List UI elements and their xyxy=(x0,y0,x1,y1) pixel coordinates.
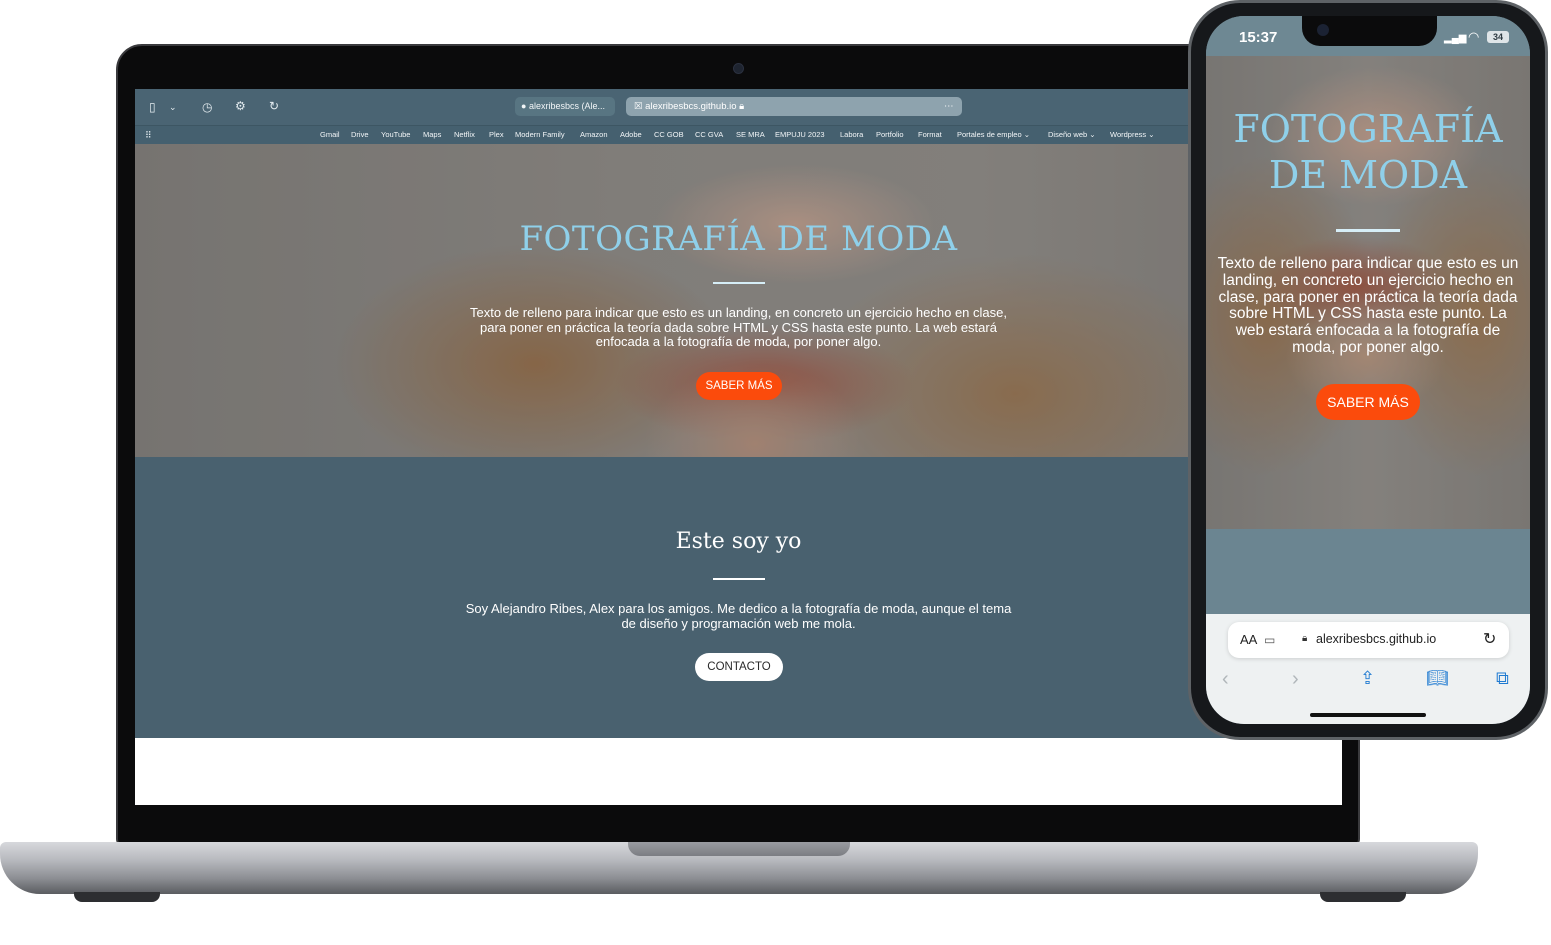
tab-github[interactable]: ● alexribesbcs (Ale... xyxy=(515,97,615,116)
hero-divider xyxy=(713,282,765,284)
tabs-icon[interactable]: ⧉ xyxy=(1496,668,1509,689)
bookmark-folder[interactable]: Portales de empleo ⌄ xyxy=(957,128,1030,142)
address-text: alexribesbcs.github.io xyxy=(645,101,737,112)
phone-saber-mas-button[interactable]: SABER MÁS xyxy=(1316,384,1420,420)
bookmark-item[interactable]: EMPUJU 2023 xyxy=(775,128,825,142)
wifi-icon: ◠ xyxy=(1468,29,1480,44)
extension-icon[interactable]: ▭ xyxy=(1264,633,1275,647)
bookmark-item[interactable]: YouTube xyxy=(381,128,410,142)
bookmark-folder[interactable]: Diseño web ⌄ xyxy=(1048,128,1096,142)
chevron-down-icon[interactable]: ⌄ xyxy=(169,100,177,114)
bookmark-item[interactable]: CC GOB xyxy=(654,128,684,142)
history-icon[interactable]: ◷ xyxy=(202,100,212,114)
more-icon[interactable]: ⋯ xyxy=(944,97,954,116)
bookmark-item[interactable]: SE MRA xyxy=(736,128,765,142)
bookmarks-icon[interactable]: 📖︎ xyxy=(1426,668,1449,689)
signal-icon: ▂▄▆ xyxy=(1444,33,1467,44)
tab-label: alexribesbcs (Ale... xyxy=(528,101,605,111)
hero-title: FOTOGRAFÍA DE MODA xyxy=(519,219,958,259)
text-size-button[interactable]: AA xyxy=(1240,632,1257,647)
share-icon[interactable]: ⇪ xyxy=(1360,668,1375,689)
laptop-foot-left xyxy=(74,892,160,902)
bookmark-item[interactable]: Portfolio xyxy=(876,128,904,142)
about-divider xyxy=(713,578,765,580)
tab-active-address[interactable]: ☒ alexribesbcs.github.io 🔒︎ ⋯ xyxy=(626,97,962,116)
bookmark-item[interactable]: Amazon xyxy=(580,128,608,142)
github-icon: ● xyxy=(521,101,527,111)
bookmark-item[interactable]: Modern Family xyxy=(515,128,565,142)
lock-icon: 🔒︎ xyxy=(739,101,745,112)
bookmark-item[interactable]: Drive xyxy=(351,128,369,142)
contacto-button[interactable]: CONTACTO xyxy=(695,653,783,681)
grid-icon[interactable]: ⠿ xyxy=(145,128,152,142)
bookmark-item[interactable]: Labora xyxy=(840,128,863,142)
lock-icon: 🔒︎ xyxy=(1302,633,1308,644)
about-section: Este soy yo Soy Alejandro Ribes, Alex pa… xyxy=(135,457,1342,738)
laptop-foot-right xyxy=(1320,892,1406,902)
phone-screen: 15:37 ▂▄▆ ◠ 34 FOTOGRAFÍA DE MODA Texto … xyxy=(1206,16,1530,724)
battery-level: 34 xyxy=(1487,31,1509,43)
forward-icon[interactable]: › xyxy=(1292,668,1299,691)
bookmark-item[interactable]: Format xyxy=(918,128,942,142)
bookmark-item[interactable]: Maps xyxy=(423,128,441,142)
browser-toolbar: ▯ ⌄ ◷ ⚙ ↻ ● alexribesbcs (Ale... ☒ alexr… xyxy=(135,89,1342,125)
bookmark-item[interactable]: Gmail xyxy=(320,128,340,142)
bookmark-item[interactable]: CC GVA xyxy=(695,128,723,142)
bookmark-item[interactable]: Adobe xyxy=(620,128,642,142)
hero-image-overlay xyxy=(135,144,1342,457)
safari-url: alexribesbcs.github.io xyxy=(1316,632,1437,646)
hero-section: FOTOGRAFÍA DE MODA Texto de relleno para… xyxy=(135,144,1342,457)
bookmark-folder[interactable]: Wordpress ⌄ xyxy=(1110,128,1155,142)
laptop-camera xyxy=(733,63,744,74)
status-time: 15:37 xyxy=(1239,29,1278,46)
reload-icon[interactable]: ↻ xyxy=(1483,629,1496,649)
hero-text: Texto de relleno para indicar que esto e… xyxy=(470,305,1007,349)
about-title: Este soy yo xyxy=(675,529,802,554)
laptop-base-notch xyxy=(628,842,850,856)
phone-camera xyxy=(1317,24,1329,36)
phone-about-section xyxy=(1206,529,1530,614)
reload-icon[interactable]: ↻ xyxy=(269,99,279,113)
back-icon[interactable]: ‹ xyxy=(1222,668,1229,691)
about-text: Soy Alejandro Ribes, Alex para los amigo… xyxy=(465,601,1012,631)
close-icon[interactable]: ☒ xyxy=(634,101,643,112)
phone-hero-divider xyxy=(1336,229,1400,232)
bookmark-item[interactable]: Netflix xyxy=(454,128,475,142)
laptop-screen: ▯ ⌄ ◷ ⚙ ↻ ● alexribesbcs (Ale... ☒ alexr… xyxy=(135,89,1342,805)
saber-mas-button[interactable]: SABER MÁS xyxy=(696,372,782,400)
gear-icon[interactable]: ⚙ xyxy=(235,99,246,113)
sidebar-icon[interactable]: ▯ xyxy=(149,100,156,114)
bookmarks-bar: ⠿ Gmail Drive YouTube Maps Netflix Plex … xyxy=(135,125,1342,145)
bookmark-item[interactable]: Plex xyxy=(489,128,504,142)
phone-hero-title: FOTOGRAFÍA DE MODA xyxy=(1233,107,1503,197)
phone-hero-text: Texto de relleno para indicar que esto e… xyxy=(1217,255,1519,356)
home-indicator xyxy=(1310,713,1426,717)
